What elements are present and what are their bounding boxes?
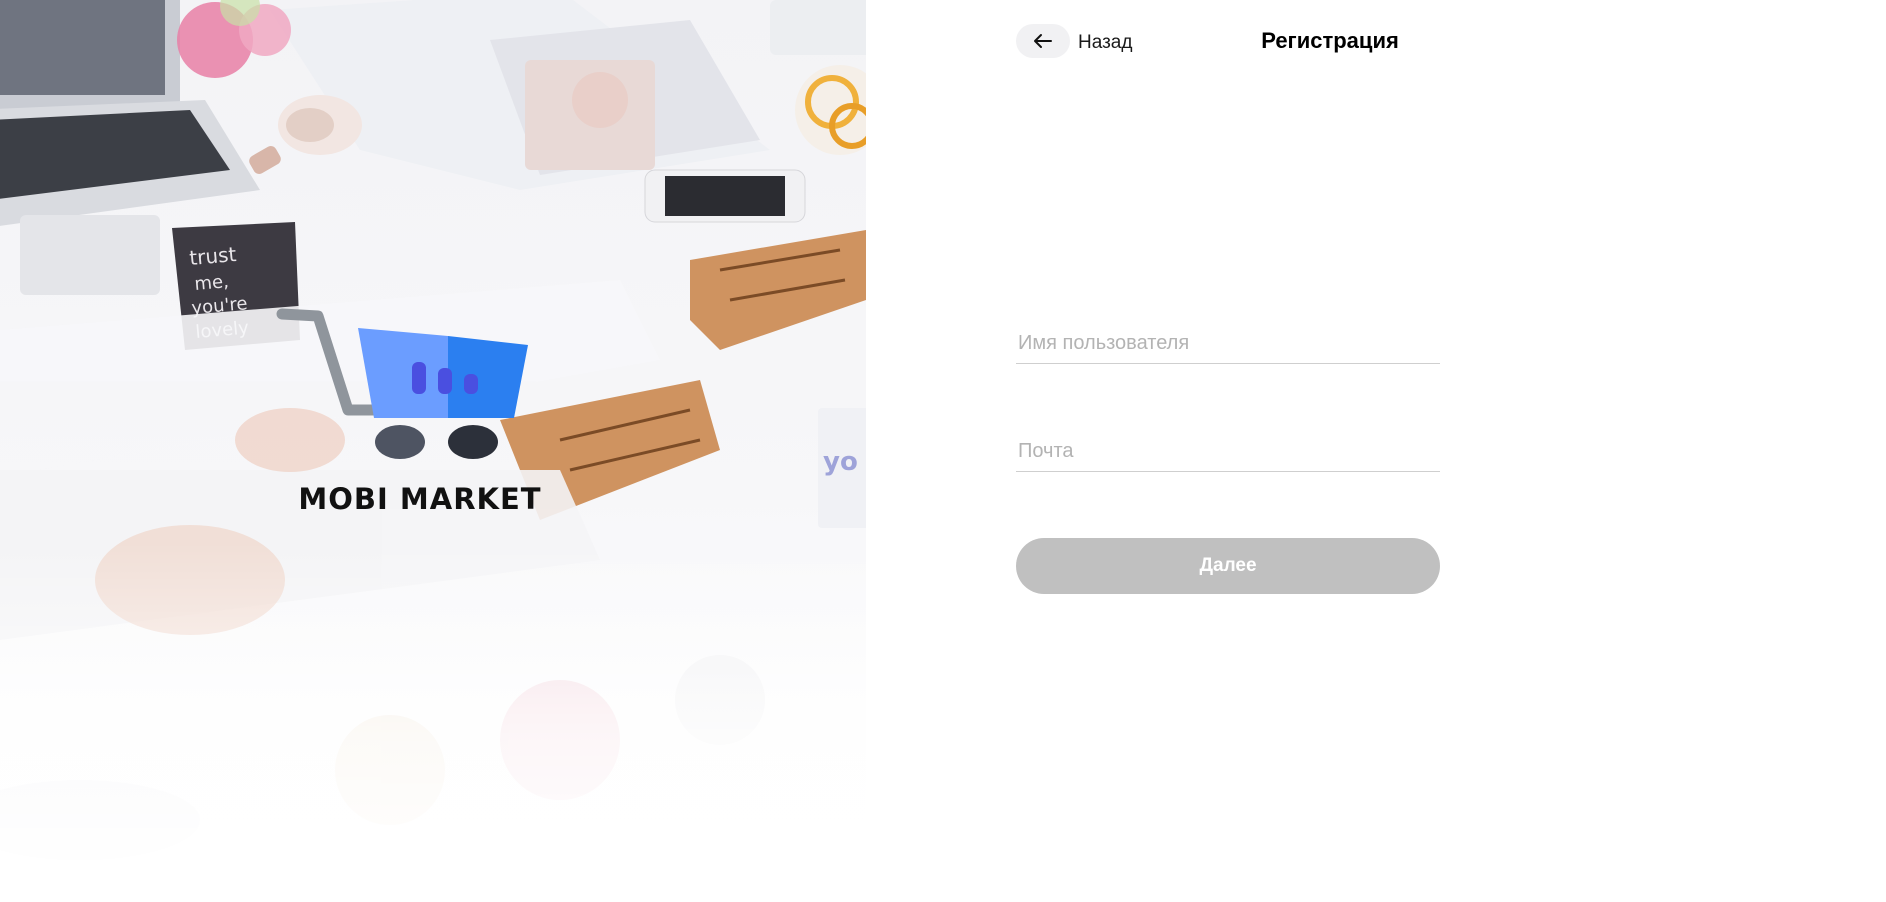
teapot-image bbox=[249, 95, 362, 174]
back-button[interactable] bbox=[1016, 24, 1070, 58]
brand-name: MOBI MARKET bbox=[298, 482, 542, 516]
next-button[interactable]: Далее bbox=[1016, 538, 1440, 594]
brand-logo: MOBI MARKET bbox=[270, 300, 570, 530]
arrow-left-icon bbox=[1034, 34, 1052, 48]
card-image-right: yo bbox=[818, 408, 866, 528]
pretzels-image bbox=[795, 65, 866, 155]
svg-text:yo: yo bbox=[823, 447, 858, 477]
registration-page: trust me, you're lovely yo bbox=[0, 0, 1886, 902]
svg-text:me,: me, bbox=[194, 271, 230, 295]
svg-text:trust: trust bbox=[188, 242, 237, 270]
username-input[interactable] bbox=[1016, 324, 1440, 364]
hero-panel: trust me, you're lovely yo bbox=[0, 0, 866, 902]
hero-fade bbox=[0, 542, 866, 902]
shopping-cart-icon bbox=[276, 308, 528, 459]
email-input[interactable] bbox=[1016, 432, 1440, 472]
magazine-image bbox=[270, 0, 770, 190]
page-title: Регистрация bbox=[1261, 28, 1399, 53]
flowers-image bbox=[177, 0, 291, 78]
phone-image bbox=[644, 169, 806, 223]
